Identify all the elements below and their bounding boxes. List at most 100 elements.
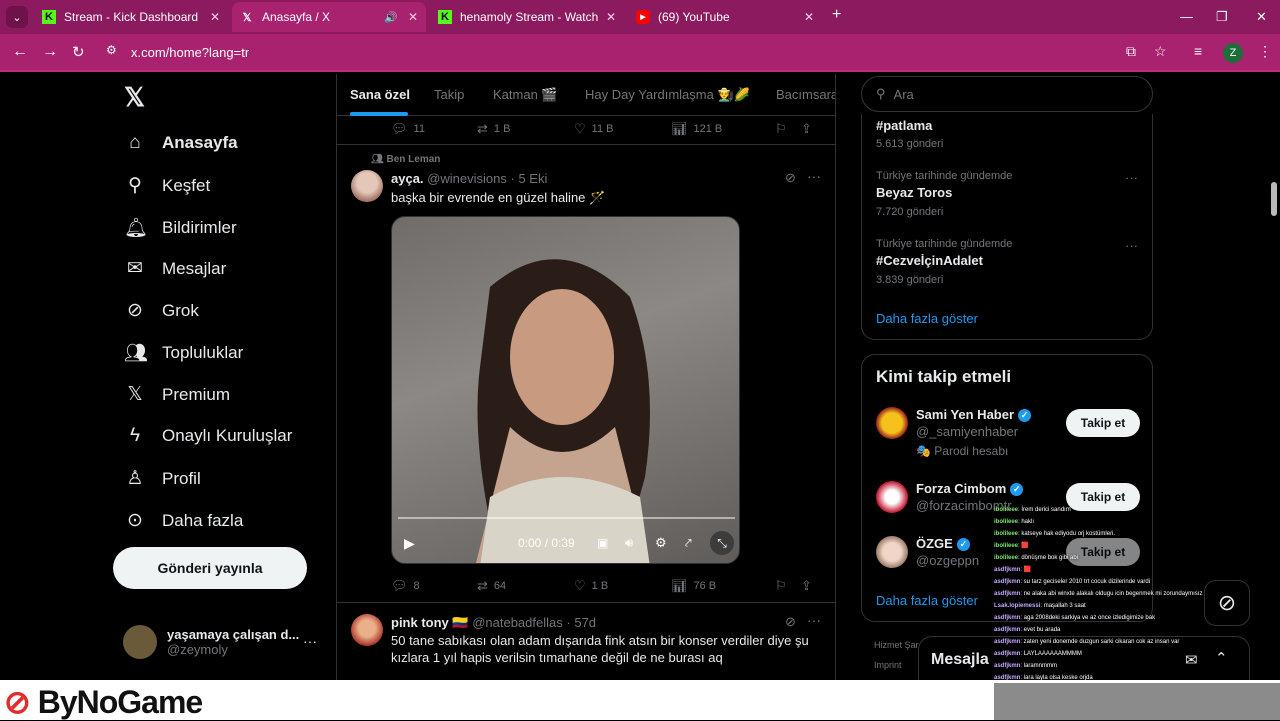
tab-hay-day[interactable]: Hay Day Yardımlaşma 👨‍🌾🌽 xyxy=(585,87,750,103)
install-app-icon[interactable]: ⧉ xyxy=(1126,43,1136,60)
maximize-button[interactable]: ❐ xyxy=(1216,9,1228,25)
reply-button[interactable]: 💬︎ 8 xyxy=(391,578,477,594)
video-progress-bar[interactable] xyxy=(398,517,735,519)
share-button[interactable]: ⇪ xyxy=(801,121,818,137)
follow-button[interactable]: Takip et xyxy=(1066,409,1140,437)
tab-search-dropdown[interactable]: ⌄ xyxy=(6,6,28,28)
x-logo[interactable]: 𝕏 xyxy=(124,82,145,113)
site-info-icon[interactable]: ⚙ xyxy=(106,43,117,57)
account-switcher[interactable]: yaşamaya çalışan d... @zeymoly ··· xyxy=(123,625,317,659)
separator-dot: · xyxy=(510,171,515,186)
tab-bacimsara[interactable]: Bacımsara xyxy=(776,87,835,102)
nav-grok[interactable]: ⊘ Grok xyxy=(124,299,199,322)
close-icon[interactable]: ✕ xyxy=(408,10,418,24)
tab-for-you[interactable]: Sana özel xyxy=(350,87,410,102)
bookmark-button[interactable]: ⚐ xyxy=(775,121,801,137)
reply-icon: 💬︎ xyxy=(391,121,408,136)
close-icon[interactable]: ✕ xyxy=(210,10,220,24)
avatar[interactable] xyxy=(351,614,383,646)
nav-messages[interactable]: ✉ Mesajlar xyxy=(124,257,226,280)
heart-icon: ♡ xyxy=(574,578,586,593)
more-icon[interactable]: ··· xyxy=(1125,238,1138,253)
user-name[interactable]: Sami Yen Haber ✓ xyxy=(916,407,1032,423)
footer-link-imprint[interactable]: Imprint xyxy=(874,660,902,670)
active-tab-indicator xyxy=(350,112,408,116)
nav-notifications[interactable]: 🔔︎ Bildirimler xyxy=(124,216,237,240)
volume-icon[interactable]: 🔊︎ xyxy=(625,535,633,551)
avatar[interactable] xyxy=(876,481,908,513)
nav-label: Daha fazla xyxy=(162,510,244,530)
avatar[interactable] xyxy=(876,536,908,568)
nav-verified-orgs[interactable]: ϟ Onaylı Kuruluşlar xyxy=(124,425,292,447)
kebab-menu-icon[interactable]: ⋮ xyxy=(1258,43,1272,60)
settings-icon[interactable]: ⚙ xyxy=(655,535,667,551)
repost-button[interactable]: ⇄ 1 B xyxy=(477,121,574,137)
grok-icon[interactable]: ⊘ xyxy=(785,614,796,630)
profile-avatar[interactable]: Z xyxy=(1223,43,1243,63)
exit-fullscreen-icon[interactable]: ⤡ xyxy=(710,531,734,555)
bookmark-icon: ⚐ xyxy=(775,121,787,136)
video-player[interactable]: ▶ 0:00 / 0:39 ▣ 🔊︎ ⚙ ⤤ ⤡ xyxy=(391,216,740,564)
popout-icon[interactable]: ⤤ xyxy=(685,536,692,551)
scrollbar-thumb[interactable] xyxy=(1271,182,1277,216)
browser-tab-youtube[interactable]: ▶ (69) YouTube ✕ xyxy=(628,2,822,32)
show-more-trends-link[interactable]: Daha fazla göster xyxy=(876,311,978,326)
trend-tag[interactable]: #patlama xyxy=(876,118,932,133)
nav-profile[interactable]: ♙ Profil xyxy=(124,467,200,490)
forward-arrow-icon[interactable]: → xyxy=(42,43,58,61)
like-button[interactable]: ♡ 1 B xyxy=(574,578,671,594)
avatar[interactable] xyxy=(351,170,383,202)
parody-label: 🎭 Parodi hesabı xyxy=(916,444,1009,458)
user-name-text: ÖZGE xyxy=(916,536,953,551)
bookmark-button[interactable]: ⚐ xyxy=(775,578,801,594)
nav-more[interactable]: ⊙ Daha fazla xyxy=(124,509,243,532)
show-more-follow-link[interactable]: Daha fazla göster xyxy=(876,593,978,608)
browser-tab-x-home[interactable]: 𝕏 Anasayfa / X 🔊 ✕ xyxy=(232,2,426,32)
views-button[interactable]: 📊︎ 76 B xyxy=(671,578,775,594)
post-author[interactable]: pink tony 🇨🇴 @natebadfellas · 57d xyxy=(391,615,596,631)
grok-icon[interactable]: ⊘ xyxy=(785,170,796,186)
more-icon[interactable]: ··· xyxy=(1125,170,1138,185)
close-icon[interactable]: ✕ xyxy=(606,10,616,24)
post-button[interactable]: Gönderi yayınla xyxy=(113,547,307,589)
tab-following[interactable]: Takip xyxy=(434,87,464,102)
trend-tag[interactable]: Beyaz Toros xyxy=(876,185,952,200)
chat-username: ibolileee xyxy=(994,507,1019,513)
browser-tab-henamoly-stream[interactable]: K henamoly Stream - Watch Live ✕ xyxy=(430,2,624,32)
nav-home[interactable]: ⌂ Anasayfa xyxy=(124,132,237,154)
tab-katman[interactable]: Katman 🎬 xyxy=(493,87,558,103)
footer-link-terms[interactable]: Hizmet Şar xyxy=(874,640,919,650)
tab-label: Stream - Kick Dashboard xyxy=(64,10,199,24)
user-name[interactable]: Forza Cimbom ✓ xyxy=(916,481,1024,497)
close-window-button[interactable]: ✕ xyxy=(1256,9,1267,25)
reload-icon[interactable]: ↻ xyxy=(72,43,85,61)
search-input[interactable]: ⚲ Ara xyxy=(861,76,1153,112)
nav-communities[interactable]: 👥︎ Topluluklar xyxy=(124,341,243,365)
bookmark-star-icon[interactable]: ☆ xyxy=(1154,43,1167,60)
more-icon[interactable]: ··· xyxy=(807,612,821,628)
user-name[interactable]: ÖZGE ✓ xyxy=(916,536,970,552)
nav-premium[interactable]: 𝕏 Premium xyxy=(124,383,230,406)
chat-message: ibolileee: İrem derici sandım xyxy=(994,504,1244,516)
captions-icon[interactable]: ▣ xyxy=(597,536,608,550)
post-author[interactable]: ayça. @winevisions · 5 Eki xyxy=(391,171,547,186)
url-field[interactable]: x.com/home?lang=tr xyxy=(131,45,249,60)
reply-button[interactable]: 💬︎ 11 xyxy=(391,121,477,137)
back-arrow-icon[interactable]: ← xyxy=(12,43,28,61)
play-icon[interactable]: ▶ xyxy=(404,535,415,552)
like-button[interactable]: ♡ 11 B xyxy=(574,121,671,137)
repost-button[interactable]: ⇄ 64 xyxy=(477,578,574,594)
close-icon[interactable]: ✕ xyxy=(804,10,814,24)
speaker-icon[interactable]: 🔊 xyxy=(384,11,398,24)
share-button[interactable]: ⇪ xyxy=(801,578,818,594)
more-circle-icon: ⊙ xyxy=(127,510,143,531)
trend-tag[interactable]: #CezveİçinAdalet xyxy=(876,253,983,268)
browser-tab-kick-dashboard[interactable]: K Stream - Kick Dashboard ✕ xyxy=(34,2,228,32)
media-controls-icon[interactable]: ≡ xyxy=(1194,43,1202,59)
avatar[interactable] xyxy=(876,407,908,439)
new-tab-button[interactable]: + xyxy=(832,6,841,24)
nav-explore[interactable]: ⚲ Keşfet xyxy=(124,174,210,197)
more-icon[interactable]: ··· xyxy=(807,168,821,184)
minimize-button[interactable]: — xyxy=(1180,9,1193,24)
views-button[interactable]: 📊︎ 121 B xyxy=(671,121,775,137)
